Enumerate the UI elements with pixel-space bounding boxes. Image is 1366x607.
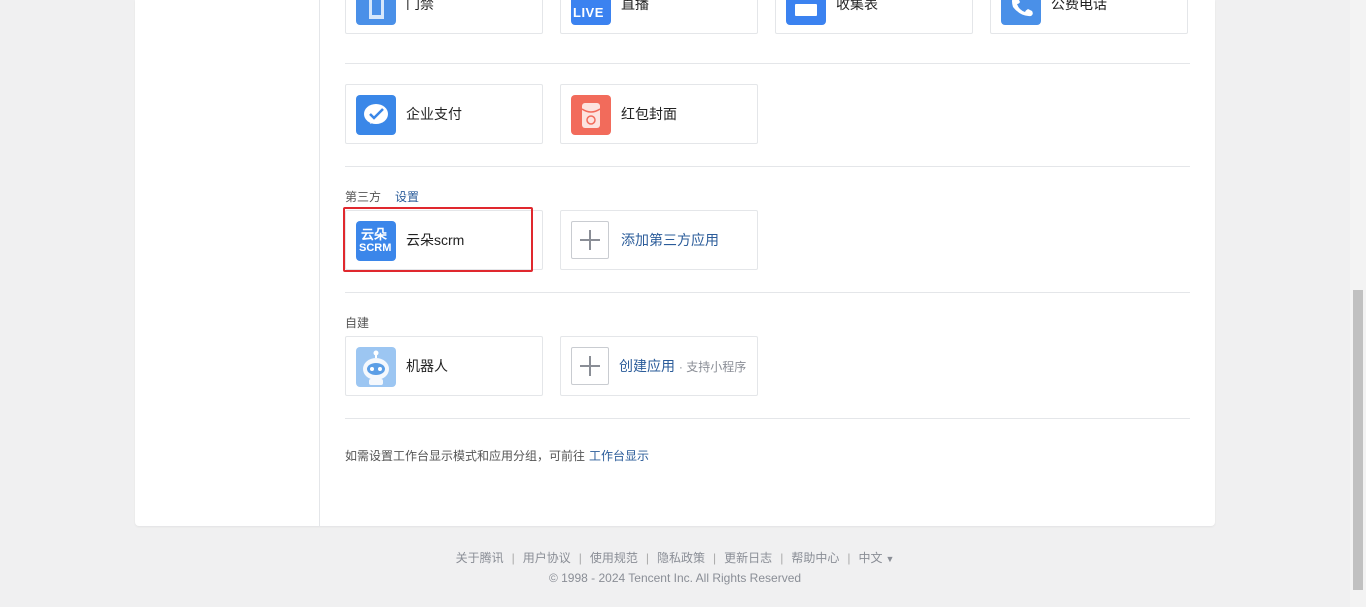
footer-separator: | — [780, 551, 784, 565]
live-icon: LIVE — [571, 0, 611, 25]
app-card-door[interactable]: 门禁 — [345, 0, 543, 34]
app-card-robot[interactable]: 机器人 — [345, 336, 543, 396]
phone-icon — [1001, 0, 1041, 25]
caret-down-icon: ▼ — [885, 554, 895, 564]
app-card-label: 门禁 — [406, 0, 434, 12]
footer-separator: | — [847, 551, 851, 565]
app-card-phone[interactable]: 公费电话 — [990, 0, 1188, 34]
divider — [345, 166, 1190, 167]
hint-text: 如需设置工作台显示模式和应用分组，可前往 — [345, 449, 586, 463]
add-third-party-label: 添加第三方应用 — [621, 232, 719, 248]
divider — [345, 292, 1190, 293]
wechat-pay-icon — [356, 95, 396, 135]
footer-link-help[interactable]: 帮助中心 — [791, 551, 839, 565]
footer-link-user-agreement[interactable]: 用户协议 — [523, 551, 571, 565]
language-selector[interactable]: 中文 ▼ — [858, 551, 894, 565]
red-packet-icon — [571, 95, 611, 135]
scrollbar[interactable] — [1350, 0, 1366, 607]
app-card-enterprise-pay[interactable]: 企业支付 — [345, 84, 543, 144]
app-card-label: 机器人 — [406, 358, 448, 374]
app-card-label: 收集表 — [836, 0, 878, 12]
main-panel: 门禁 LIVE 直播 收集表 公费电话 企业支付 红包封面 第三方 设置 云朵 … — [135, 0, 1215, 526]
create-app-button[interactable]: 创建应用 · 支持小程序 — [560, 336, 758, 396]
section-title: 第三方 — [345, 190, 382, 204]
door-icon — [356, 0, 396, 25]
footer-separator: | — [713, 551, 717, 565]
section-header-third-party: 第三方 设置 — [345, 188, 419, 205]
divider — [345, 418, 1190, 419]
plus-icon — [571, 221, 609, 259]
third-party-settings-link[interactable]: 设置 — [395, 190, 419, 204]
plus-icon — [571, 347, 609, 385]
footer-links: 关于腾讯 | 用户协议 | 使用规范 | 隐私政策 | 更新日志 | 帮助中心 | 中文 ▼ — [0, 549, 1350, 566]
robot-icon — [356, 347, 396, 387]
footer-copyright: © 1998 - 2024 Tencent Inc. All Rights Re… — [548, 571, 802, 585]
sidebar — [135, 0, 320, 526]
form-icon — [786, 0, 826, 25]
workbench-hint: 如需设置工作台显示模式和应用分组，可前往 工作台显示 — [345, 447, 649, 464]
footer-link-usage-rules[interactable]: 使用规范 — [590, 551, 638, 565]
divider — [345, 63, 1190, 64]
highlight-box — [343, 207, 533, 272]
app-card-label: 企业支付 — [406, 106, 462, 122]
footer-separator: | — [578, 551, 582, 565]
scrollbar-thumb[interactable] — [1353, 290, 1363, 590]
create-app-text: 创建应用 — [619, 358, 675, 374]
section-header-custom: 自建 — [345, 314, 369, 331]
workbench-display-link[interactable]: 工作台显示 — [589, 449, 649, 463]
footer-link-changelog[interactable]: 更新日志 — [724, 551, 772, 565]
footer-link-privacy[interactable]: 隐私政策 — [657, 551, 705, 565]
language-label: 中文 — [858, 551, 883, 565]
app-card-red-packet[interactable]: 红包封面 — [560, 84, 758, 144]
app-card-label: 直播 — [621, 0, 649, 12]
add-third-party-app-button[interactable]: 添加第三方应用 — [560, 210, 758, 270]
footer-link-about[interactable]: 关于腾讯 — [456, 551, 504, 565]
app-card-label: 红包封面 — [621, 106, 677, 122]
footer-separator: | — [645, 551, 650, 565]
app-card-live[interactable]: LIVE 直播 — [560, 0, 758, 34]
footer-separator: | — [511, 551, 515, 565]
section-title: 自建 — [345, 316, 370, 330]
app-card-form[interactable]: 收集表 — [775, 0, 973, 34]
create-app-subtitle: · 支持小程序 — [678, 360, 747, 374]
create-app-label: 创建应用 · 支持小程序 — [619, 337, 746, 396]
app-card-label: 公费电话 — [1051, 0, 1107, 12]
live-icon-text: LIVE — [573, 5, 604, 20]
